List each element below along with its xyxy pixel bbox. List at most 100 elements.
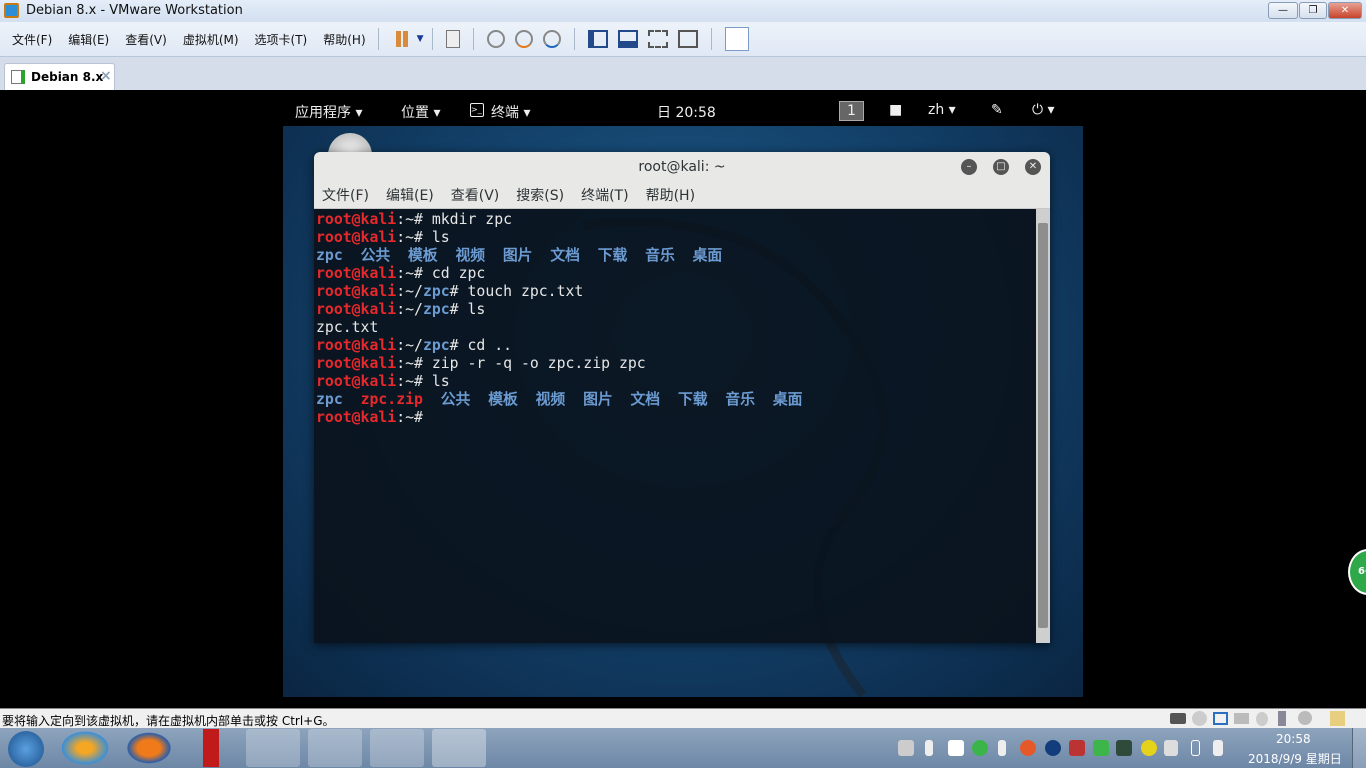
badge-value: 66 [1358,566,1366,577]
thumbnail-icon[interactable] [617,30,638,48]
tab-close-icon[interactable]: × [100,68,112,84]
terminal-title: root@kali: ~ [638,159,726,175]
language-bar-icon[interactable] [925,740,933,756]
temperature-icon[interactable] [998,740,1006,756]
printer-icon[interactable] [1234,713,1249,724]
tray-colorful-icon[interactable] [1020,740,1036,756]
network-disconnected-icon[interactable] [1069,740,1085,756]
ls-entry: 模板 [488,391,518,408]
language-menu[interactable]: zh ▾ [928,102,956,118]
dropdown-icon[interactable]: ▼ [417,34,424,44]
terminal-app-menu[interactable]: 终端 ▾ [491,102,530,122]
tray-plus-icon[interactable] [1141,740,1157,756]
minimize-button[interactable]: — [1268,2,1298,19]
pen-icon[interactable]: ✎ [991,102,1003,118]
prompt-sep: : [396,265,406,282]
menu-file[interactable]: 文件(F) [322,185,369,205]
restore-button[interactable]: ❐ [1299,2,1327,19]
console-view-icon[interactable] [724,27,749,51]
workspace-indicator[interactable]: 1 [839,101,864,121]
camera-icon[interactable]: ■ [889,102,902,118]
menu-edit[interactable]: 编辑(E) [386,185,434,205]
power-menu[interactable]: ⏻ ▾ [1032,102,1055,118]
sound-icon[interactable] [1256,712,1268,726]
bluetooth-icon[interactable] [1045,740,1061,756]
menu-view[interactable]: 查看(V) [125,31,167,48]
terminal-titlebar[interactable]: root@kali: ~ [314,152,1050,182]
terminal-app-icon: >_ [470,103,484,117]
menu-tabs[interactable]: 选项卡(T) [255,31,308,48]
firefox-icon[interactable] [122,729,176,767]
clock[interactable]: 日 20:58 [657,102,716,122]
menu-view[interactable]: 查看(V) [451,185,500,205]
volume-icon[interactable] [1213,740,1223,756]
message-icon[interactable] [1330,711,1345,726]
send-ctrl-alt-del-icon[interactable] [445,30,460,48]
prompt-sep: : [396,301,406,318]
vmware-icon[interactable] [432,729,486,767]
ls-entry: zpc [316,391,343,408]
security-shield-icon[interactable] [1093,740,1109,756]
snapshot-take-icon[interactable] [486,30,505,48]
cdrom-icon[interactable] [1192,711,1207,726]
file-explorer-icon[interactable] [246,729,300,767]
menu-terminal[interactable]: 终端(T) [581,185,628,205]
signal-icon[interactable] [1164,740,1178,756]
start-button[interactable] [8,731,44,767]
close-button[interactable]: ✕ [1025,159,1041,175]
tab-debian[interactable]: Debian 8.x × [4,63,115,90]
presentation-icon[interactable] [370,729,424,767]
usb-icon[interactable] [1278,711,1286,726]
network-icon[interactable] [1213,712,1228,725]
webcam-icon[interactable] [1298,711,1312,725]
command: ls [422,373,450,390]
vm-icon [11,70,25,84]
snapshot-manager-icon[interactable] [542,30,561,48]
minimize-button[interactable]: – [961,159,977,175]
menu-search[interactable]: 搜索(S) [516,185,564,205]
tray-browser-icon[interactable] [972,740,988,756]
taskbar-app-3[interactable] [184,729,238,767]
music-icon[interactable] [1116,740,1132,756]
tray-app-icon[interactable] [948,740,964,756]
hdd-icon[interactable] [1170,713,1186,724]
terminal-line: root@kali:~# ls [316,373,1036,391]
applications-menu[interactable]: 应用程序 ▾ [295,102,362,122]
scrollbar[interactable] [1036,209,1050,643]
maximize-button[interactable]: □ [993,159,1009,175]
clock-date[interactable]: 2018/9/9 星期日 [1248,750,1342,767]
prompt-path: ~/zpc [405,337,450,354]
terminal-line: root@kali:~# ls [316,229,1036,247]
menu-help[interactable]: 帮助(H) [646,185,695,205]
show-desktop-button[interactable] [1352,728,1366,768]
guest-desktop[interactable]: 应用程序 ▾ 位置 ▾ >_ 终端 ▾ 日 20:58 1 ■ zh ▾ ✎ ⏻… [283,95,1083,697]
sidebar-icon[interactable] [587,30,608,48]
browser-icon[interactable] [308,729,362,767]
places-menu[interactable]: 位置 ▾ [401,102,440,122]
battery-icon[interactable] [1191,740,1200,756]
unity-icon[interactable] [677,30,698,48]
terminal-line: root@kali:~/zpc# touch zpc.txt [316,283,1036,301]
ls-entry: zpc [316,247,343,264]
prompt-user: root@kali [316,265,397,282]
terminal-output[interactable]: root@kali:~# mkdir zpc root@kali:~# ls zpc… [314,209,1036,643]
menu-edit[interactable]: 编辑(E) [68,31,109,48]
terminal-window[interactable]: root@kali: ~ – □ ✕ 文件(F) 编辑(E) 查看(V) 搜索(… [314,152,1050,643]
menu-file[interactable]: 文件(F) [12,31,52,48]
taskbar-app-1[interactable] [58,729,112,767]
pause-icon[interactable] [392,30,412,48]
scrollbar-thumb[interactable] [1038,223,1048,628]
ls-entry: 公共 [360,247,391,264]
terminal-menubar: 文件(F) 编辑(E) 查看(V) 搜索(S) 终端(T) 帮助(H) [314,182,1050,209]
ls-entry: 模板 [408,247,438,264]
fullscreen-icon[interactable] [647,30,668,48]
menu-help[interactable]: 帮助(H) [323,31,365,48]
close-button[interactable]: ✕ [1328,2,1362,19]
snapshot-revert-icon[interactable] [514,30,533,48]
ls-entry: zpc.zip [360,391,423,408]
clock-time[interactable]: 20:58 [1276,732,1311,746]
keyboard-icon[interactable] [898,740,914,756]
menu-toolbar: 文件(F) 编辑(E) 查看(V) 虚拟机(M) 选项卡(T) 帮助(H) ▼ [0,22,1366,57]
prompt-user: root@kali [316,283,397,300]
menu-vm[interactable]: 虚拟机(M) [183,31,239,48]
